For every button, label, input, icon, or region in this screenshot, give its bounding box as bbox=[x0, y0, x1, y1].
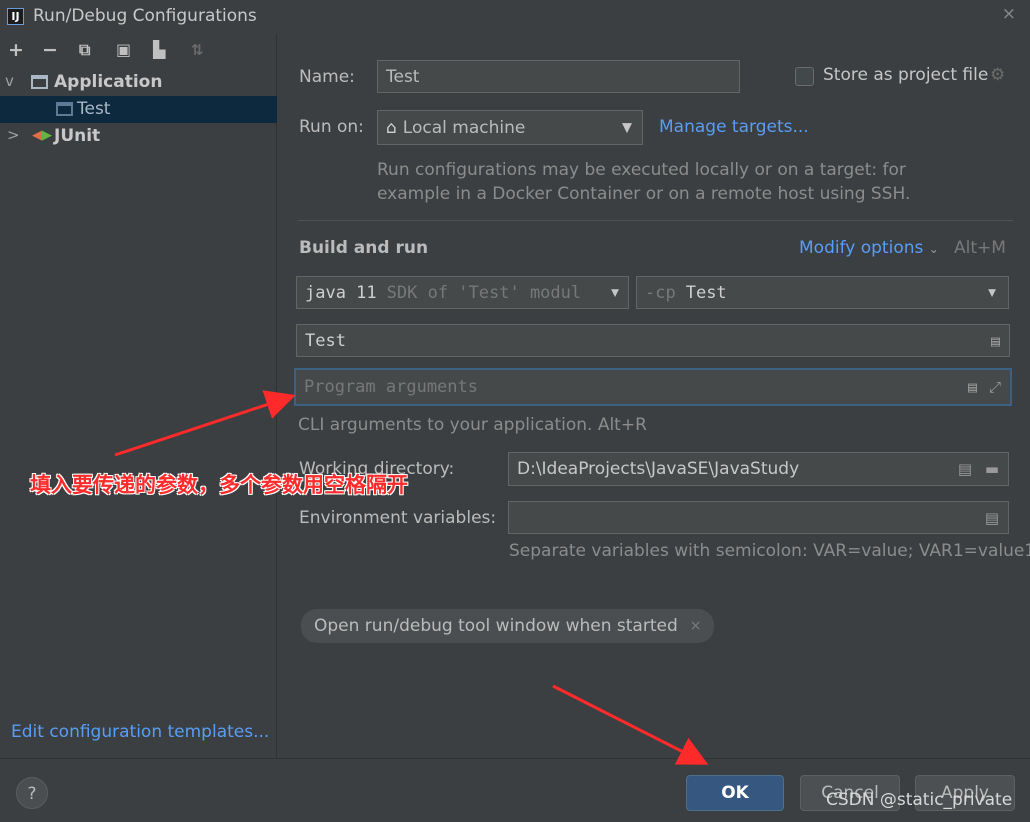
modify-options-link[interactable]: Modify options ⌄ bbox=[799, 238, 939, 258]
main-class-value: Test bbox=[305, 330, 346, 351]
environment-variables-label: Environment variables: bbox=[299, 508, 497, 528]
gear-icon[interactable]: ⚙ bbox=[990, 65, 1005, 85]
expand-icon[interactable]: ⤢ bbox=[989, 378, 1001, 396]
working-directory-value: D:\IdeaProjects\JavaSE\JavaStudy bbox=[517, 459, 800, 479]
tree-item-label: JUnit bbox=[54, 126, 101, 146]
store-label: Store as project file bbox=[823, 65, 989, 85]
dropdown-arrow-icon: ▼ bbox=[622, 120, 632, 135]
classpath-dropdown[interactable]: -cp Test ▼ bbox=[636, 276, 1009, 309]
chevron-down-icon: ⌄ bbox=[928, 242, 939, 256]
chip-label: Open run/debug tool window when started bbox=[314, 616, 678, 636]
jdk-sdk-note: SDK of 'Test' modul bbox=[386, 282, 582, 303]
program-arguments-placeholder: Program arguments bbox=[304, 377, 478, 397]
tree-item-application[interactable]: v Application bbox=[0, 69, 277, 96]
document-icon[interactable]: ▤ bbox=[991, 332, 1000, 350]
run-hint: Run configurations may be executed local… bbox=[377, 158, 910, 206]
run-on-dropdown[interactable]: ⌂ Local machine ▼ bbox=[377, 110, 643, 145]
dropdown-arrow-icon: ▼ bbox=[611, 285, 619, 300]
add-icon[interactable]: + bbox=[8, 39, 24, 61]
run-hint-line2: example in a Docker Container or on a re… bbox=[377, 184, 911, 204]
open-tool-window-chip[interactable]: Open run/debug tool window when started … bbox=[301, 609, 715, 643]
folder-open-icon[interactable]: ▬ bbox=[985, 460, 999, 478]
folder-icon[interactable]: ▙ bbox=[153, 39, 165, 61]
build-and-run-title: Build and run bbox=[299, 238, 429, 258]
divider bbox=[298, 220, 1013, 221]
jdk-dropdown[interactable]: java 11 SDK of 'Test' modul ▼ bbox=[296, 276, 629, 309]
close-icon[interactable]: × bbox=[690, 618, 702, 634]
window-title: Run/Debug Configurations bbox=[33, 6, 257, 26]
ok-button[interactable]: OK bbox=[686, 775, 784, 811]
name-label: Name: bbox=[299, 67, 355, 87]
edit-templates-link[interactable]: Edit configuration templates... bbox=[11, 722, 269, 742]
run-on-label: Run on: bbox=[299, 117, 364, 137]
environment-variables-field[interactable]: ▤ bbox=[508, 501, 1009, 534]
env-hint: Separate variables with semicolon: VAR=v… bbox=[509, 541, 1030, 561]
cli-hint: CLI arguments to your application. Alt+R bbox=[298, 415, 647, 435]
store-as-project-file-checkbox[interactable] bbox=[795, 67, 814, 86]
close-icon[interactable]: × bbox=[1002, 4, 1016, 24]
cp-flag: -cp bbox=[645, 282, 676, 303]
dropdown-arrow-icon: ▼ bbox=[988, 285, 996, 300]
run-hint-line1: Run configurations may be executed local… bbox=[377, 160, 906, 180]
run-on-value: Local machine bbox=[402, 117, 526, 138]
document-icon[interactable]: ▤ bbox=[968, 378, 977, 396]
configuration-form: Name: Test Store as project file ⚙ Run o… bbox=[278, 34, 1030, 758]
save-icon[interactable]: ▣ bbox=[116, 39, 131, 61]
watermark: CSDN @static_private bbox=[826, 790, 1013, 810]
tree-item-label: Application bbox=[54, 72, 163, 92]
sort-icon[interactable]: ⇅ bbox=[191, 39, 204, 61]
chevron-right-icon[interactable]: > bbox=[7, 126, 20, 144]
application-icon bbox=[56, 102, 73, 116]
modify-options-label: Modify options bbox=[799, 238, 924, 258]
tree-item-junit[interactable]: > ◀▶ JUnit bbox=[0, 123, 277, 150]
junit-icon: ◀▶ bbox=[32, 128, 52, 143]
copy-icon[interactable]: ⧉ bbox=[79, 39, 90, 61]
document-icon[interactable]: ▤ bbox=[958, 460, 972, 478]
document-icon[interactable]: ▤ bbox=[985, 509, 999, 527]
annotation-text: 填入要传递的参数，多个参数用空格隔开 bbox=[30, 473, 408, 497]
chevron-down-icon[interactable]: v bbox=[5, 72, 14, 90]
working-directory-field[interactable]: D:\IdeaProjects\JavaSE\JavaStudy ▤ ▬ bbox=[508, 452, 1009, 486]
title-bar: IJ Run/Debug Configurations × bbox=[0, 0, 1030, 34]
tree-item-label: Test bbox=[77, 99, 111, 119]
intellij-icon: IJ bbox=[7, 8, 24, 25]
manage-targets-link[interactable]: Manage targets... bbox=[659, 117, 809, 137]
home-icon: ⌂ bbox=[386, 117, 397, 138]
main-class-field[interactable]: Test ▤ bbox=[296, 324, 1010, 357]
modify-shortcut: Alt+M bbox=[954, 238, 1006, 258]
remove-icon[interactable]: − bbox=[42, 39, 58, 61]
application-icon bbox=[31, 75, 48, 89]
configurations-sidebar: + − ⧉ ▣ ▙ ⇅ v Application Test > ◀▶ JUni… bbox=[0, 34, 277, 758]
jdk-value: java 11 bbox=[305, 282, 377, 303]
name-field[interactable]: Test bbox=[377, 60, 740, 93]
help-button[interactable]: ? bbox=[16, 777, 48, 809]
cp-value: Test bbox=[685, 282, 727, 303]
sidebar-toolbar: + − ⧉ ▣ ▙ ⇅ bbox=[0, 34, 277, 66]
program-arguments-field[interactable]: Program arguments ▤ ⤢ bbox=[294, 368, 1012, 406]
tree-item-test[interactable]: Test bbox=[0, 96, 277, 123]
name-value: Test bbox=[386, 66, 420, 87]
